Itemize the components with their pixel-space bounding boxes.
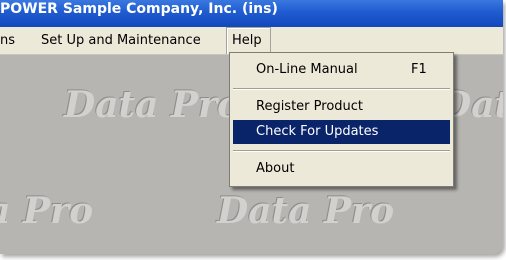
menu-item-help[interactable]: Help [226,27,271,54]
screenshot: POWER Sample Company, Inc. (ins) ns Set … [0,0,506,260]
menu-option-label: On-Line Manual [256,62,358,77]
title-bar[interactable]: POWER Sample Company, Inc. (ins) [0,0,503,27]
menu-option-label: Register Product [256,99,364,114]
menu-separator [233,88,450,90]
menu-item-setup-maintenance[interactable]: Set Up and Maintenance [36,27,206,54]
menu-option-register-product[interactable]: Register Product [233,95,450,119]
watermark-text: Data Pro [0,190,94,232]
menu-option-label: Check For Updates [256,124,379,139]
menu-item-transactions[interactable]: ns [0,27,20,54]
menu-option-about[interactable]: About [233,157,450,181]
watermark-text: Data Pro [217,190,395,232]
menu-bar: ns Set Up and Maintenance Help [0,27,503,55]
help-dropdown-menu: On-Line Manual F1 Register Product Check… [229,52,454,187]
window-title: POWER Sample Company, Inc. (ins) [0,1,278,17]
app-window: POWER Sample Company, Inc. (ins) ns Set … [0,0,503,254]
menu-option-label: About [256,161,295,176]
menu-option-check-for-updates[interactable]: Check For Updates [233,120,450,144]
shortcut-key: F1 [411,62,427,77]
menu-separator [233,150,450,152]
menu-option-online-manual[interactable]: On-Line Manual F1 [233,58,450,82]
watermark-text: Data Pro [64,84,242,126]
